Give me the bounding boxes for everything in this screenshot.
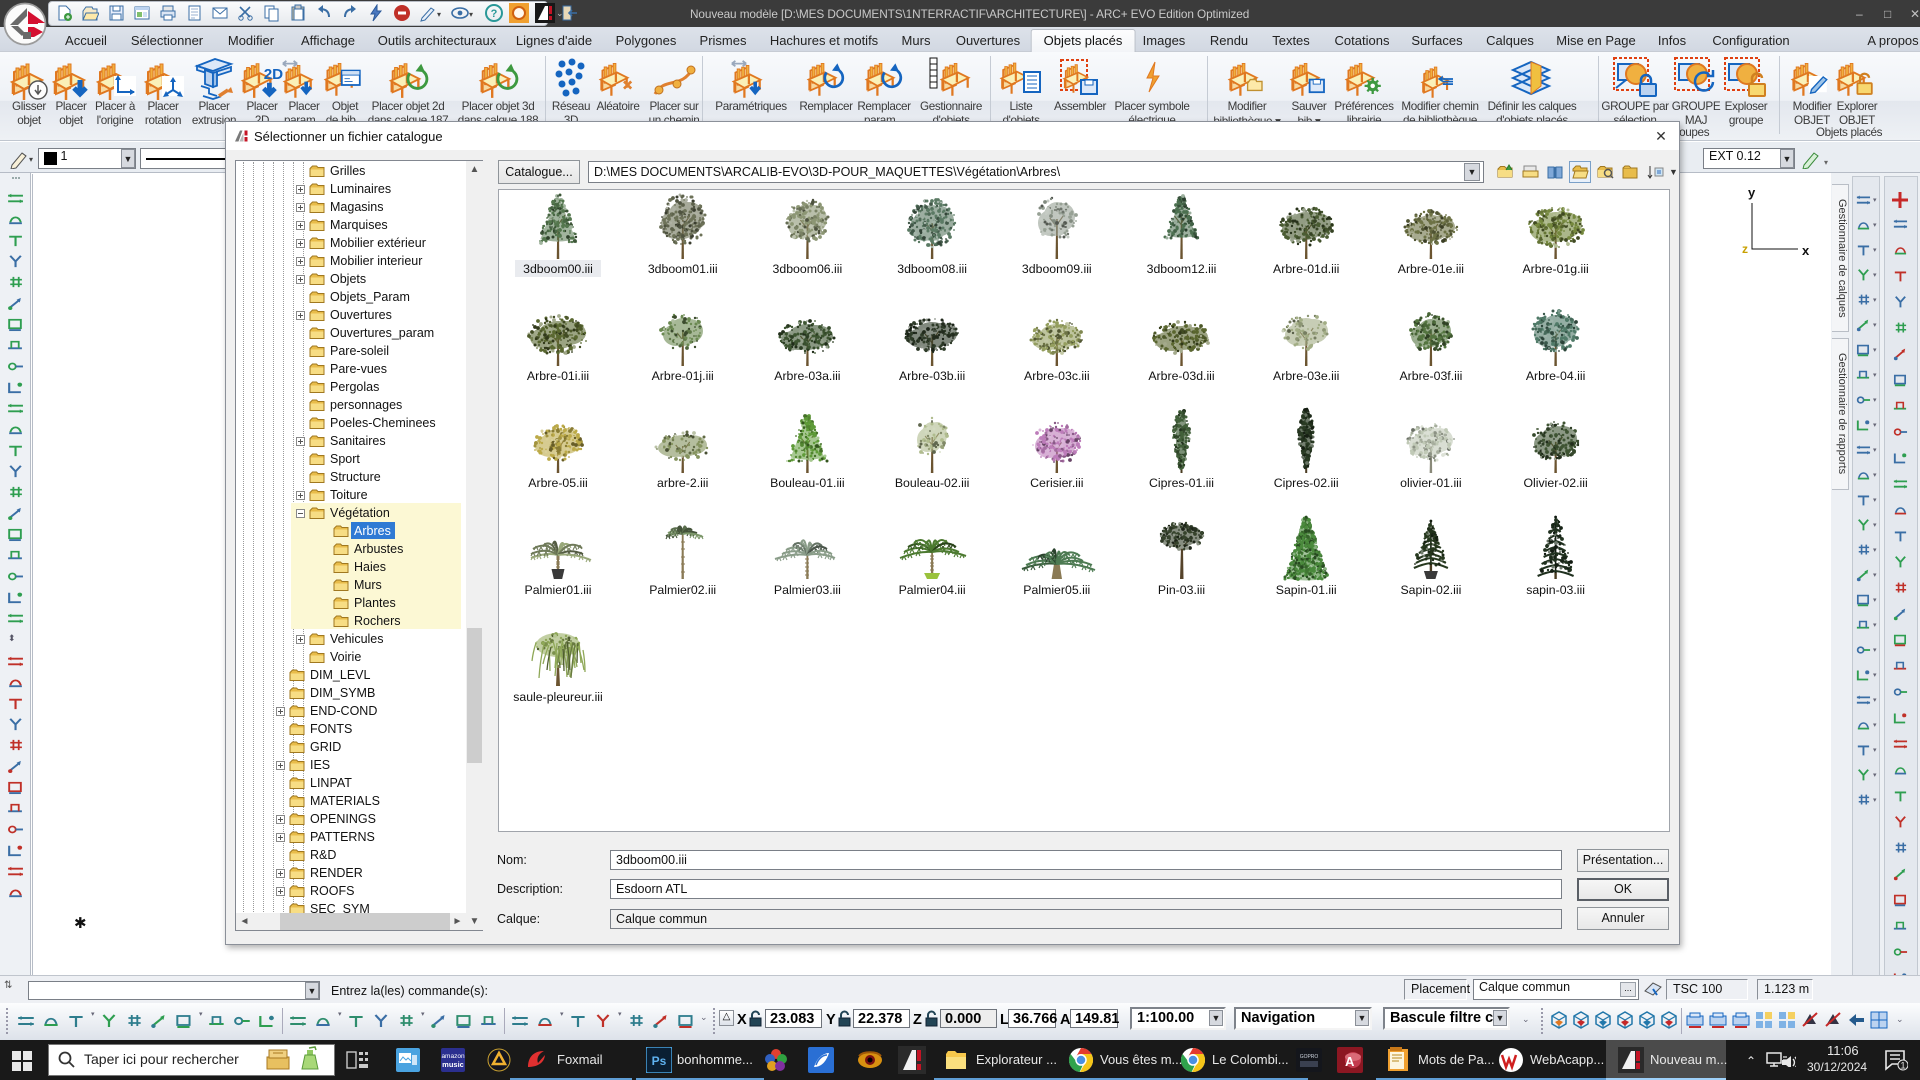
svg-text:?: ? <box>491 8 498 20</box>
svg-text:y: y <box>1748 185 1756 200</box>
svg-text:z: z <box>1742 242 1748 256</box>
svg-text:amazon: amazon <box>441 1053 465 1060</box>
svg-text:A: A <box>1345 1054 1355 1069</box>
svg-text:x: x <box>1802 243 1810 258</box>
svg-text:1: 1 <box>1900 1061 1905 1071</box>
svg-text:Ps: Ps <box>652 1054 667 1068</box>
svg-text:music: music <box>442 1060 464 1069</box>
svg-text:GOPRO: GOPRO <box>1300 1054 1319 1060</box>
